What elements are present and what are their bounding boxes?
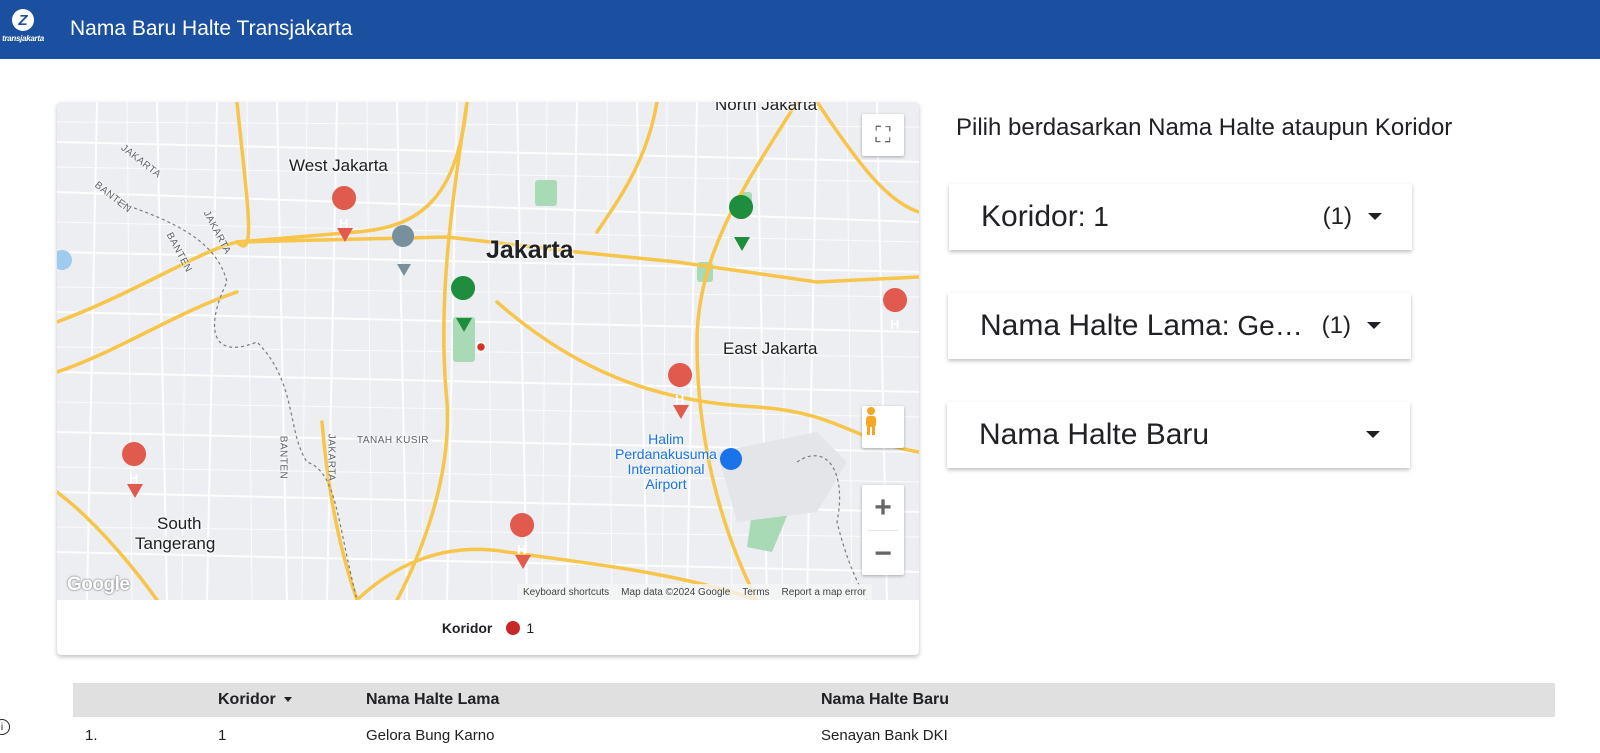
header-koridor[interactable]: Koridor — [218, 691, 366, 709]
street-view-pegman-button[interactable] — [862, 406, 904, 448]
row-halte-lama: Gelora Bung Karno — [366, 726, 495, 744]
halte-lama-filter-label: Nama Halte Lama — [980, 309, 1222, 342]
map-label-jakarta-border-3: JAKARTA — [325, 433, 337, 482]
halte-baru-filter[interactable]: Nama Halte Baru — [947, 402, 1410, 468]
header-halte-lama[interactable]: Nama Halte Lama — [366, 691, 821, 709]
info-icon[interactable]: i — [0, 719, 10, 735]
map-label-west-jakarta: West Jakarta — [289, 156, 388, 175]
app-header: Z transjakarta Nama Baru Halte Transjaka… — [0, 0, 1600, 59]
map-canvas[interactable]: H H H H H North Jakarta West Jakarta Jak… — [57, 102, 919, 600]
zoom-controls: + − — [862, 485, 904, 575]
map-label-jakarta: Jakarta — [486, 236, 574, 264]
map-label-tanah-kusir: TANAH KUSIR — [357, 435, 429, 446]
sort-desc-icon — [283, 697, 292, 703]
map-card: H H H H H North Jakarta West Jakarta Jak… — [57, 102, 919, 655]
zoom-in-button[interactable]: + — [862, 485, 904, 530]
koridor-filter-label: Koridor — [981, 200, 1078, 233]
svg-text:H: H — [675, 392, 684, 407]
map-label-east-jakarta: East Jakarta — [723, 339, 818, 358]
terms-link[interactable]: Terms — [736, 587, 775, 598]
halte-baru-filter-label: Nama Halte Baru — [979, 418, 1210, 451]
halim-line-2: Perdanakusuma — [615, 446, 717, 462]
map-label-north-jakarta: North Jakarta — [715, 102, 818, 114]
table-row[interactable]: 1. 1 Gelora Bung Karno Senayan Bank DKI — [73, 717, 1555, 753]
svg-text:H: H — [517, 542, 526, 557]
map-label-south-tangerang: South — [157, 514, 202, 533]
page-title: Nama Baru Halte Transjakarta — [70, 17, 353, 40]
koridor-filter[interactable]: Koridor : 1 (1) — [949, 184, 1412, 250]
halte-lama-filter-count: (1) — [1321, 312, 1351, 339]
legend-swatch-icon — [506, 620, 521, 635]
halim-line-1: Halim — [648, 431, 684, 447]
row-index: 1. — [85, 726, 98, 744]
filter-prompt: Pilih berdasarkan Nama Halte ataupun Kor… — [956, 114, 1453, 141]
row-halte-baru: Senayan Bank DKI — [821, 726, 948, 744]
map-data-text: Map data ©2024 Google — [621, 586, 731, 598]
halim-line-3: International — [627, 461, 705, 477]
chevron-down-icon — [1368, 213, 1382, 220]
svg-text:H: H — [339, 216, 348, 231]
transjakarta-logo-icon: Z — [12, 9, 34, 31]
koridor-filter-value: : 1 — [1077, 201, 1109, 232]
map-label-halim-airport: Halim Perdanakusuma International Airpor… — [601, 432, 731, 492]
halte-table: Koridor Nama Halte Lama Nama Halte Baru … — [73, 683, 1555, 753]
map-label-south-tangerang-2: Tangerang — [135, 534, 216, 553]
keyboard-shortcuts-link[interactable]: Keyboard shortcuts — [517, 587, 615, 598]
header-halte-baru[interactable]: Nama Halte Baru — [821, 691, 1555, 709]
chevron-down-icon — [1366, 431, 1380, 438]
svg-text:H: H — [890, 317, 899, 332]
table-header: Koridor Nama Halte Lama Nama Halte Baru — [73, 683, 1555, 717]
koridor-filter-count: (1) — [1322, 203, 1352, 230]
chevron-down-icon — [1367, 322, 1381, 329]
map-label-banten-border-3: BANTEN — [277, 435, 289, 480]
report-error-link[interactable]: Report a map error — [776, 587, 872, 598]
row-koridor: 1 — [218, 726, 227, 744]
zoom-out-button[interactable]: − — [862, 531, 904, 576]
transjakarta-logo[interactable]: Z transjakarta — [2, 9, 44, 49]
map-legend: Koridor 1 — [57, 600, 919, 655]
legend-value: 1 — [526, 619, 535, 636]
svg-text:H: H — [129, 471, 138, 486]
header-koridor-label: Koridor — [218, 691, 276, 708]
logo-text: transjakarta — [2, 34, 44, 43]
halim-line-4: Airport — [645, 476, 687, 492]
map-attribution: Keyboard shortcuts Map data ©2024 Google… — [517, 584, 873, 600]
halte-lama-filter[interactable]: Nama Halte Lama : Ge… (1) — [948, 293, 1411, 359]
fullscreen-button[interactable]: ⛶ — [862, 114, 904, 156]
halte-lama-filter-value: : Ge… — [1221, 310, 1303, 341]
fullscreen-icon: ⛶ — [875, 122, 891, 147]
pegman-icon — [866, 407, 876, 435]
legend-title: Koridor — [441, 619, 493, 636]
google-logo[interactable]: Google — [67, 574, 130, 596]
